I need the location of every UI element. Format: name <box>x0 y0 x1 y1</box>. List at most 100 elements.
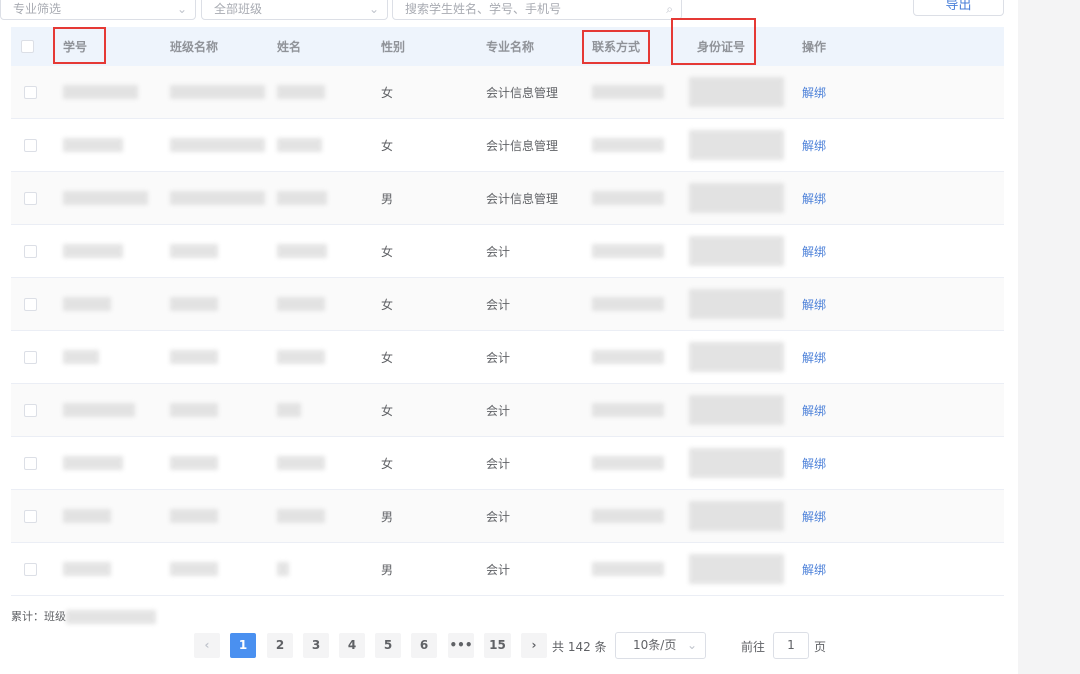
id-card-redacted <box>689 130 784 160</box>
table-row: 女 会计 解绑 <box>11 331 1004 384</box>
row-checkbox[interactable] <box>24 119 37 171</box>
class-name-redacted <box>170 191 265 205</box>
page-button[interactable]: 6 <box>411 633 437 658</box>
total-count: 共 142 条 <box>552 640 607 654</box>
name-redacted <box>277 456 325 470</box>
goto-page-input[interactable]: 1 <box>773 632 809 659</box>
student-id-redacted <box>63 191 148 205</box>
next-page-button[interactable]: › <box>521 633 547 658</box>
select-all-checkbox[interactable] <box>21 27 34 66</box>
right-panel <box>1018 0 1080 674</box>
unbind-link[interactable]: 解绑 <box>802 66 826 118</box>
phone-redacted <box>592 456 664 470</box>
id-card-redacted <box>689 342 784 372</box>
unbind-link[interactable]: 解绑 <box>802 119 826 171</box>
unbind-link[interactable]: 解绑 <box>802 225 826 277</box>
unbind-link[interactable]: 解绑 <box>802 278 826 330</box>
id-card-redacted <box>689 183 784 213</box>
name-redacted <box>277 350 325 364</box>
name-redacted <box>277 509 325 523</box>
page-suffix: 页 <box>814 640 827 654</box>
phone-redacted <box>592 562 664 576</box>
column-header: 班级名称 <box>170 40 219 54</box>
major-cell: 会计 <box>486 244 511 259</box>
class-name-redacted <box>170 85 265 99</box>
major-cell: 会计信息管理 <box>486 85 559 100</box>
class-name-redacted <box>170 403 218 417</box>
export-button[interactable]: 导出 <box>913 0 1004 16</box>
student-id-redacted <box>63 85 138 99</box>
gender-cell: 男 <box>381 509 394 524</box>
table-row: 女 会计信息管理 解绑 <box>11 119 1004 172</box>
row-checkbox[interactable] <box>24 278 37 330</box>
table-header: 学号 班级名称 姓名 性别 专业名称 联系方式 身份证号 操作 <box>11 27 1004 66</box>
unbind-link[interactable]: 解绑 <box>802 543 826 595</box>
major-cell: 会计 <box>486 456 511 471</box>
student-id-redacted <box>63 138 123 152</box>
page-size-select[interactable]: 10条/页 ⌄ <box>615 632 706 659</box>
student-id-redacted <box>63 297 111 311</box>
unbind-link[interactable]: 解绑 <box>802 172 826 224</box>
phone-redacted <box>592 350 664 364</box>
phone-redacted <box>592 509 664 523</box>
column-header: 性别 <box>381 40 406 54</box>
row-checkbox[interactable] <box>24 331 37 383</box>
highlight-box <box>671 18 756 65</box>
table-row: 女 会计信息管理 解绑 <box>11 66 1004 119</box>
highlight-box <box>582 30 650 64</box>
gender-cell: 女 <box>381 403 394 418</box>
search-icon[interactable]: ⌕ <box>666 0 673 19</box>
class-filter-placeholder: 全部班级 <box>214 2 263 16</box>
student-table: 学号 班级名称 姓名 性别 专业名称 联系方式 身份证号 操作 女 会计信息管理 解绑 女 会… <box>11 27 1004 596</box>
row-checkbox[interactable] <box>24 437 37 489</box>
page-button[interactable]: 15 <box>484 633 511 658</box>
major-cell: 会计信息管理 <box>486 191 559 206</box>
phone-redacted <box>592 403 664 417</box>
phone-redacted <box>592 297 664 311</box>
id-card-redacted <box>689 501 784 531</box>
page-button[interactable]: 3 <box>303 633 329 658</box>
gender-cell: 女 <box>381 456 394 471</box>
column-header: 操作 <box>802 40 827 54</box>
major-cell: 会计 <box>486 350 511 365</box>
student-id-redacted <box>63 456 123 470</box>
class-name-redacted <box>170 244 218 258</box>
page-button[interactable]: 5 <box>375 633 401 658</box>
major-filter-select[interactable]: 专业筛选 ⌄ <box>0 0 196 20</box>
page-button[interactable]: ••• <box>448 633 474 658</box>
row-checkbox[interactable] <box>24 490 37 542</box>
gender-cell: 女 <box>381 297 394 312</box>
row-checkbox[interactable] <box>24 172 37 224</box>
row-checkbox[interactable] <box>24 543 37 595</box>
name-redacted <box>277 85 325 99</box>
row-checkbox[interactable] <box>24 384 37 436</box>
table-row: 男 会计信息管理 解绑 <box>11 172 1004 225</box>
class-name-redacted <box>170 509 218 523</box>
id-card-redacted <box>689 554 784 584</box>
class-name-redacted <box>170 350 218 364</box>
prev-page-button[interactable]: ‹ <box>194 633 220 658</box>
table-row: 女 会计 解绑 <box>11 278 1004 331</box>
gender-cell: 女 <box>381 85 394 100</box>
row-checkbox[interactable] <box>24 225 37 277</box>
chevron-down-icon: ⌄ <box>368 2 379 16</box>
name-redacted <box>277 403 301 417</box>
page-button[interactable]: 1 <box>230 633 256 658</box>
unbind-link[interactable]: 解绑 <box>802 331 826 383</box>
column-header: 专业名称 <box>486 40 535 54</box>
class-filter-select[interactable]: 全部班级 ⌄ <box>201 0 388 20</box>
page-button[interactable]: 2 <box>267 633 293 658</box>
unbind-link[interactable]: 解绑 <box>802 384 826 436</box>
unbind-link[interactable]: 解绑 <box>802 437 826 489</box>
class-name-redacted <box>170 297 218 311</box>
row-checkbox[interactable] <box>24 66 37 118</box>
table-row: 男 会计 解绑 <box>11 490 1004 543</box>
gender-cell: 女 <box>381 350 394 365</box>
search-input[interactable]: 搜索学生姓名、学号、手机号 ⌕ <box>392 0 682 20</box>
major-cell: 会计 <box>486 562 511 577</box>
page-button[interactable]: 4 <box>339 633 365 658</box>
search-placeholder: 搜索学生姓名、学号、手机号 <box>405 2 562 16</box>
table-row: 男 会计 解绑 <box>11 543 1004 596</box>
unbind-link[interactable]: 解绑 <box>802 490 826 542</box>
phone-redacted <box>592 191 664 205</box>
